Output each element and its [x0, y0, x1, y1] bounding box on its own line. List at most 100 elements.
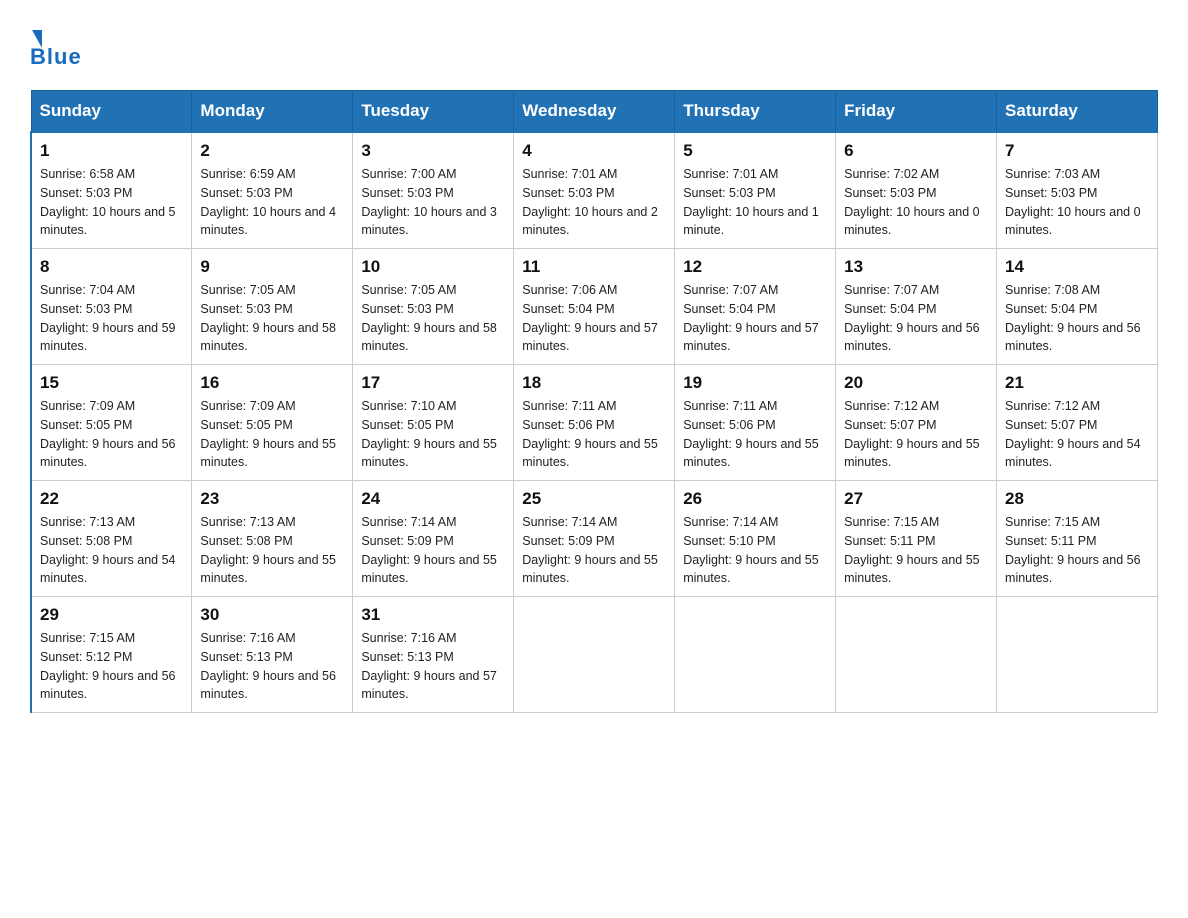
day-number: 28	[1005, 489, 1149, 509]
day-number: 24	[361, 489, 505, 509]
calendar-day-cell: 12 Sunrise: 7:07 AMSunset: 5:04 PMDaylig…	[675, 249, 836, 365]
day-info: Sunrise: 7:12 AMSunset: 5:07 PMDaylight:…	[844, 397, 988, 472]
calendar-day-cell: 20 Sunrise: 7:12 AMSunset: 5:07 PMDaylig…	[836, 365, 997, 481]
calendar-day-cell: 2 Sunrise: 6:59 AMSunset: 5:03 PMDayligh…	[192, 132, 353, 249]
calendar-day-cell: 17 Sunrise: 7:10 AMSunset: 5:05 PMDaylig…	[353, 365, 514, 481]
day-of-week-header: Tuesday	[353, 91, 514, 133]
day-info: Sunrise: 7:01 AMSunset: 5:03 PMDaylight:…	[683, 165, 827, 240]
day-info: Sunrise: 7:12 AMSunset: 5:07 PMDaylight:…	[1005, 397, 1149, 472]
day-info: Sunrise: 7:09 AMSunset: 5:05 PMDaylight:…	[40, 397, 183, 472]
day-info: Sunrise: 6:58 AMSunset: 5:03 PMDaylight:…	[40, 165, 183, 240]
day-info: Sunrise: 7:03 AMSunset: 5:03 PMDaylight:…	[1005, 165, 1149, 240]
day-number: 7	[1005, 141, 1149, 161]
calendar-day-cell: 29 Sunrise: 7:15 AMSunset: 5:12 PMDaylig…	[31, 597, 192, 713]
calendar-day-cell: 18 Sunrise: 7:11 AMSunset: 5:06 PMDaylig…	[514, 365, 675, 481]
day-number: 5	[683, 141, 827, 161]
calendar-day-cell: 22 Sunrise: 7:13 AMSunset: 5:08 PMDaylig…	[31, 481, 192, 597]
calendar-day-cell: 23 Sunrise: 7:13 AMSunset: 5:08 PMDaylig…	[192, 481, 353, 597]
day-number: 14	[1005, 257, 1149, 277]
calendar-day-cell: 8 Sunrise: 7:04 AMSunset: 5:03 PMDayligh…	[31, 249, 192, 365]
day-number: 22	[40, 489, 183, 509]
day-number: 10	[361, 257, 505, 277]
day-info: Sunrise: 7:10 AMSunset: 5:05 PMDaylight:…	[361, 397, 505, 472]
day-number: 26	[683, 489, 827, 509]
day-number: 13	[844, 257, 988, 277]
calendar-day-cell: 15 Sunrise: 7:09 AMSunset: 5:05 PMDaylig…	[31, 365, 192, 481]
calendar-table: SundayMondayTuesdayWednesdayThursdayFrid…	[30, 90, 1158, 713]
day-info: Sunrise: 7:14 AMSunset: 5:09 PMDaylight:…	[361, 513, 505, 588]
day-info: Sunrise: 6:59 AMSunset: 5:03 PMDaylight:…	[200, 165, 344, 240]
calendar-day-cell	[997, 597, 1158, 713]
day-info: Sunrise: 7:09 AMSunset: 5:05 PMDaylight:…	[200, 397, 344, 472]
day-info: Sunrise: 7:06 AMSunset: 5:04 PMDaylight:…	[522, 281, 666, 356]
calendar-day-cell: 25 Sunrise: 7:14 AMSunset: 5:09 PMDaylig…	[514, 481, 675, 597]
page-header: Blue	[30, 30, 1158, 70]
calendar-header-row: SundayMondayTuesdayWednesdayThursdayFrid…	[31, 91, 1158, 133]
day-info: Sunrise: 7:07 AMSunset: 5:04 PMDaylight:…	[683, 281, 827, 356]
day-of-week-header: Wednesday	[514, 91, 675, 133]
day-info: Sunrise: 7:15 AMSunset: 5:11 PMDaylight:…	[1005, 513, 1149, 588]
day-number: 29	[40, 605, 183, 625]
day-number: 16	[200, 373, 344, 393]
calendar-day-cell: 31 Sunrise: 7:16 AMSunset: 5:13 PMDaylig…	[353, 597, 514, 713]
calendar-day-cell: 26 Sunrise: 7:14 AMSunset: 5:10 PMDaylig…	[675, 481, 836, 597]
calendar-week-row: 8 Sunrise: 7:04 AMSunset: 5:03 PMDayligh…	[31, 249, 1158, 365]
calendar-day-cell: 16 Sunrise: 7:09 AMSunset: 5:05 PMDaylig…	[192, 365, 353, 481]
calendar-day-cell: 11 Sunrise: 7:06 AMSunset: 5:04 PMDaylig…	[514, 249, 675, 365]
day-number: 18	[522, 373, 666, 393]
day-info: Sunrise: 7:16 AMSunset: 5:13 PMDaylight:…	[200, 629, 344, 704]
logo-underline: Blue	[30, 44, 82, 70]
day-number: 17	[361, 373, 505, 393]
day-info: Sunrise: 7:15 AMSunset: 5:11 PMDaylight:…	[844, 513, 988, 588]
calendar-week-row: 22 Sunrise: 7:13 AMSunset: 5:08 PMDaylig…	[31, 481, 1158, 597]
logo: Blue	[30, 30, 82, 70]
day-info: Sunrise: 7:01 AMSunset: 5:03 PMDaylight:…	[522, 165, 666, 240]
day-number: 9	[200, 257, 344, 277]
calendar-day-cell: 27 Sunrise: 7:15 AMSunset: 5:11 PMDaylig…	[836, 481, 997, 597]
calendar-day-cell: 5 Sunrise: 7:01 AMSunset: 5:03 PMDayligh…	[675, 132, 836, 249]
calendar-day-cell: 1 Sunrise: 6:58 AMSunset: 5:03 PMDayligh…	[31, 132, 192, 249]
calendar-week-row: 15 Sunrise: 7:09 AMSunset: 5:05 PMDaylig…	[31, 365, 1158, 481]
day-number: 2	[200, 141, 344, 161]
day-number: 20	[844, 373, 988, 393]
calendar-day-cell: 24 Sunrise: 7:14 AMSunset: 5:09 PMDaylig…	[353, 481, 514, 597]
day-number: 21	[1005, 373, 1149, 393]
day-of-week-header: Saturday	[997, 91, 1158, 133]
calendar-day-cell: 19 Sunrise: 7:11 AMSunset: 5:06 PMDaylig…	[675, 365, 836, 481]
day-info: Sunrise: 7:16 AMSunset: 5:13 PMDaylight:…	[361, 629, 505, 704]
calendar-day-cell: 4 Sunrise: 7:01 AMSunset: 5:03 PMDayligh…	[514, 132, 675, 249]
day-number: 31	[361, 605, 505, 625]
day-number: 23	[200, 489, 344, 509]
day-info: Sunrise: 7:04 AMSunset: 5:03 PMDaylight:…	[40, 281, 183, 356]
calendar-day-cell: 6 Sunrise: 7:02 AMSunset: 5:03 PMDayligh…	[836, 132, 997, 249]
calendar-day-cell	[514, 597, 675, 713]
day-of-week-header: Friday	[836, 91, 997, 133]
day-of-week-header: Thursday	[675, 91, 836, 133]
day-info: Sunrise: 7:14 AMSunset: 5:09 PMDaylight:…	[522, 513, 666, 588]
day-of-week-header: Sunday	[31, 91, 192, 133]
calendar-day-cell: 9 Sunrise: 7:05 AMSunset: 5:03 PMDayligh…	[192, 249, 353, 365]
calendar-day-cell: 13 Sunrise: 7:07 AMSunset: 5:04 PMDaylig…	[836, 249, 997, 365]
day-info: Sunrise: 7:11 AMSunset: 5:06 PMDaylight:…	[683, 397, 827, 472]
day-number: 12	[683, 257, 827, 277]
calendar-day-cell: 28 Sunrise: 7:15 AMSunset: 5:11 PMDaylig…	[997, 481, 1158, 597]
day-info: Sunrise: 7:13 AMSunset: 5:08 PMDaylight:…	[200, 513, 344, 588]
calendar-day-cell: 7 Sunrise: 7:03 AMSunset: 5:03 PMDayligh…	[997, 132, 1158, 249]
day-info: Sunrise: 7:15 AMSunset: 5:12 PMDaylight:…	[40, 629, 183, 704]
day-info: Sunrise: 7:13 AMSunset: 5:08 PMDaylight:…	[40, 513, 183, 588]
day-number: 19	[683, 373, 827, 393]
calendar-week-row: 29 Sunrise: 7:15 AMSunset: 5:12 PMDaylig…	[31, 597, 1158, 713]
calendar-day-cell: 21 Sunrise: 7:12 AMSunset: 5:07 PMDaylig…	[997, 365, 1158, 481]
day-info: Sunrise: 7:05 AMSunset: 5:03 PMDaylight:…	[361, 281, 505, 356]
day-number: 3	[361, 141, 505, 161]
day-info: Sunrise: 7:05 AMSunset: 5:03 PMDaylight:…	[200, 281, 344, 356]
calendar-day-cell	[836, 597, 997, 713]
calendar-day-cell: 30 Sunrise: 7:16 AMSunset: 5:13 PMDaylig…	[192, 597, 353, 713]
day-number: 4	[522, 141, 666, 161]
day-info: Sunrise: 7:07 AMSunset: 5:04 PMDaylight:…	[844, 281, 988, 356]
calendar-week-row: 1 Sunrise: 6:58 AMSunset: 5:03 PMDayligh…	[31, 132, 1158, 249]
day-number: 11	[522, 257, 666, 277]
day-info: Sunrise: 7:14 AMSunset: 5:10 PMDaylight:…	[683, 513, 827, 588]
day-number: 8	[40, 257, 183, 277]
calendar-day-cell: 10 Sunrise: 7:05 AMSunset: 5:03 PMDaylig…	[353, 249, 514, 365]
